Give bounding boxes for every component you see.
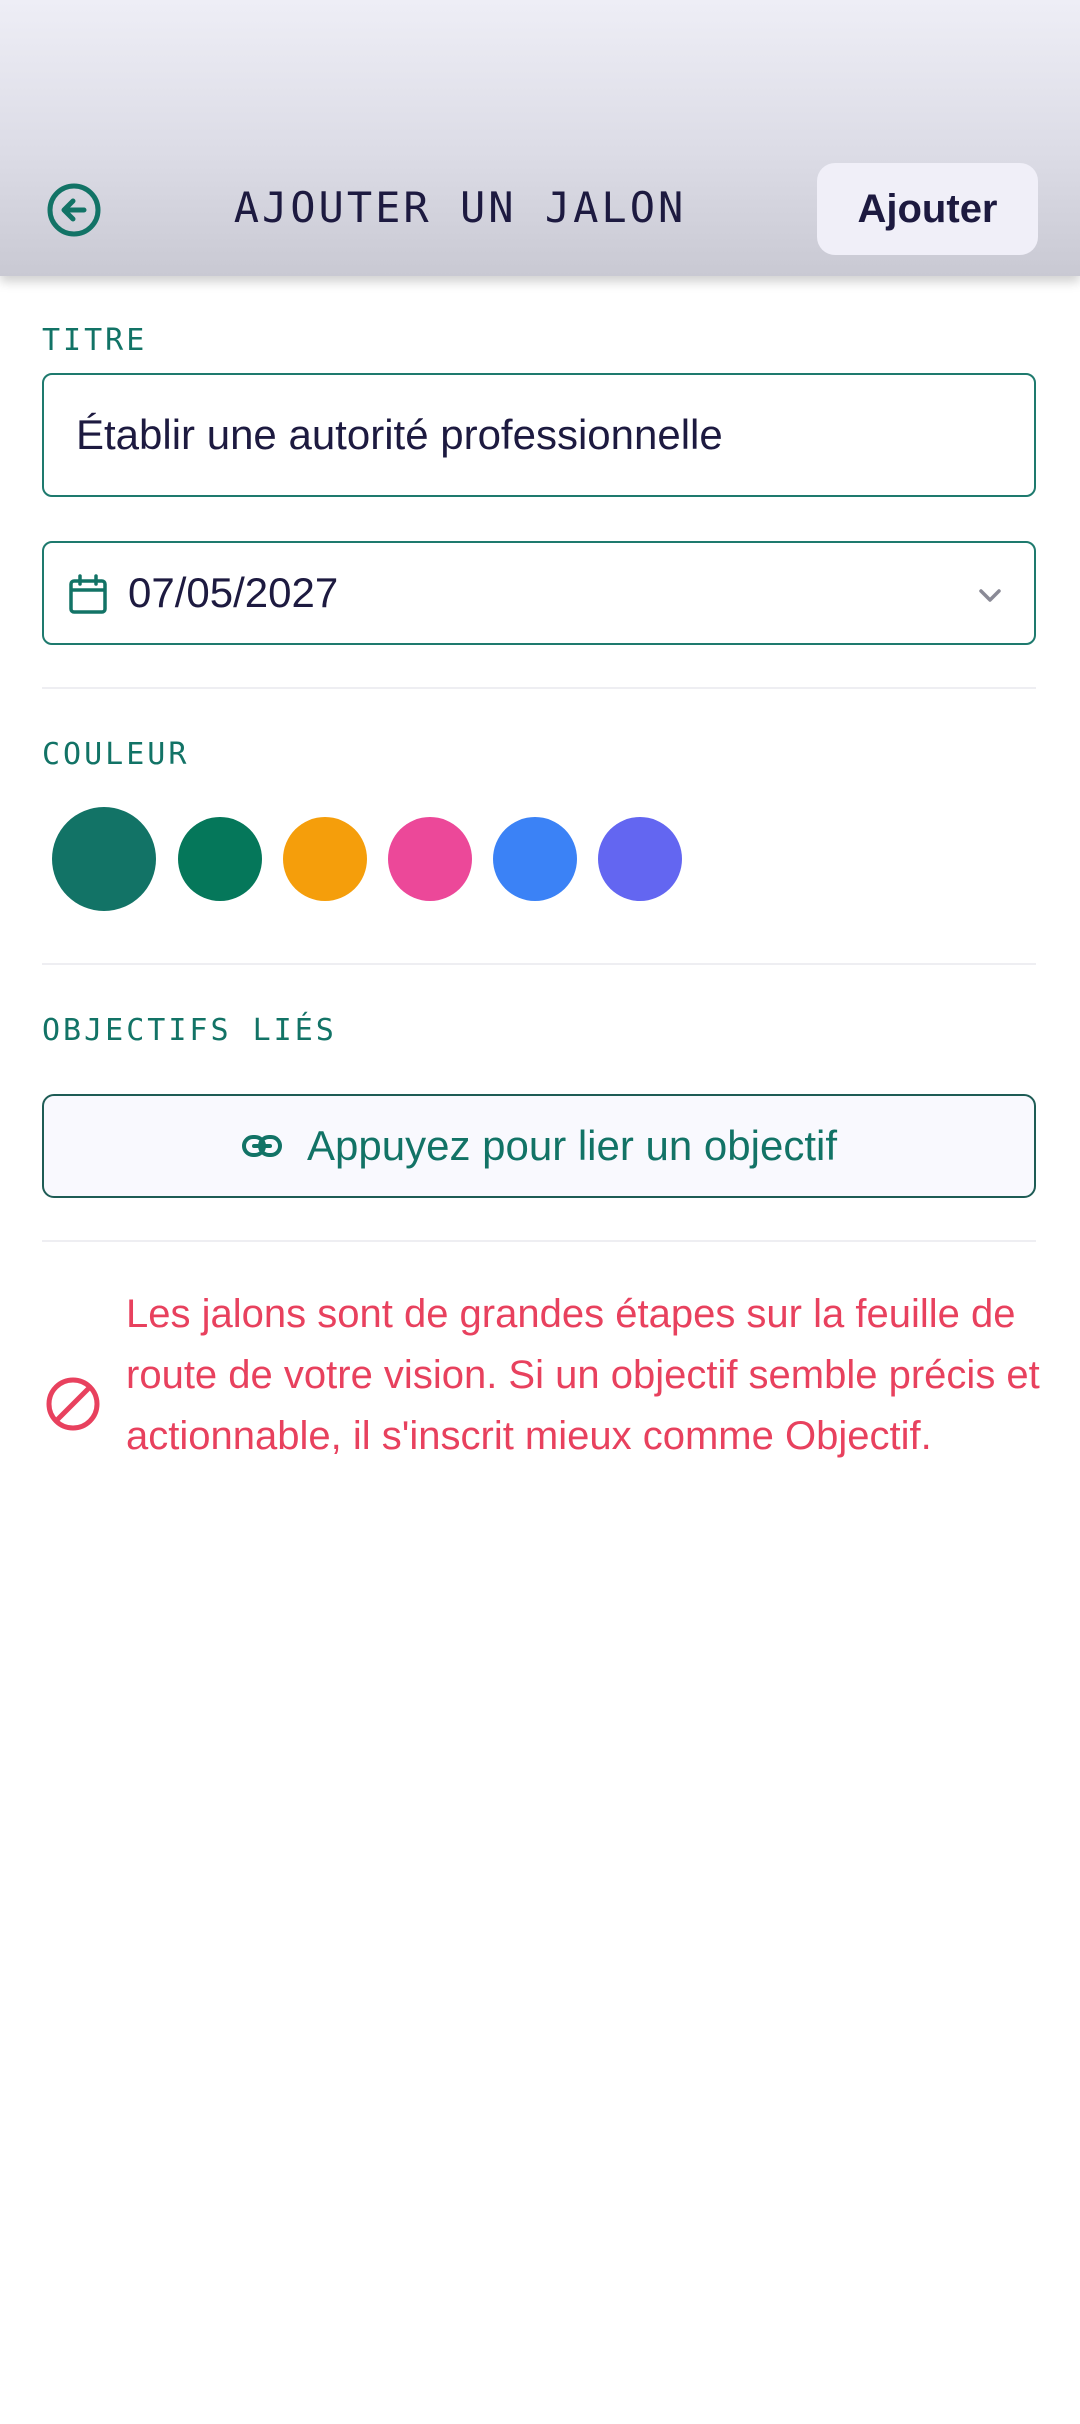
top-app-bar: AJOUTER UN JALON Ajouter [0, 0, 1080, 276]
calendar-icon [69, 574, 107, 614]
linked-goals-section-label: OBJECTIFS LIÉS [42, 1013, 337, 1048]
link-goal-button[interactable]: Appuyez pour lier un objectif [42, 1094, 1036, 1198]
link-goal-label: Appuyez pour lier un objectif [307, 1122, 837, 1169]
divider [42, 1240, 1036, 1242]
color-swatch-amber[interactable] [283, 817, 367, 901]
color-swatch-indigo[interactable] [598, 817, 682, 901]
divider [42, 963, 1036, 965]
color-section-label: COULEUR [42, 737, 190, 772]
date-picker-field[interactable]: 07/05/2027 [42, 541, 1036, 645]
title-section-label: TITRE [42, 323, 148, 358]
link-icon [242, 1135, 282, 1157]
milestone-hint-text: Les jalons sont de grandes étapes sur la… [126, 1292, 1040, 1458]
page-title: AJOUTER UN JALON [233, 183, 687, 232]
divider [42, 687, 1036, 689]
date-value: 07/05/2027 [128, 569, 339, 616]
chevron-down-icon [979, 589, 1001, 602]
title-input[interactable]: Établir une autorité professionnelle [42, 373, 1036, 497]
add-button[interactable]: Ajouter [817, 163, 1038, 255]
prohibited-icon [46, 1377, 100, 1431]
color-swatch-teal[interactable] [52, 807, 156, 911]
color-swatch-pink[interactable] [388, 817, 472, 901]
color-swatch-blue[interactable] [493, 817, 577, 901]
color-swatch-green[interactable] [178, 817, 262, 901]
title-input-value: Établir une autorité professionnelle [76, 411, 723, 458]
